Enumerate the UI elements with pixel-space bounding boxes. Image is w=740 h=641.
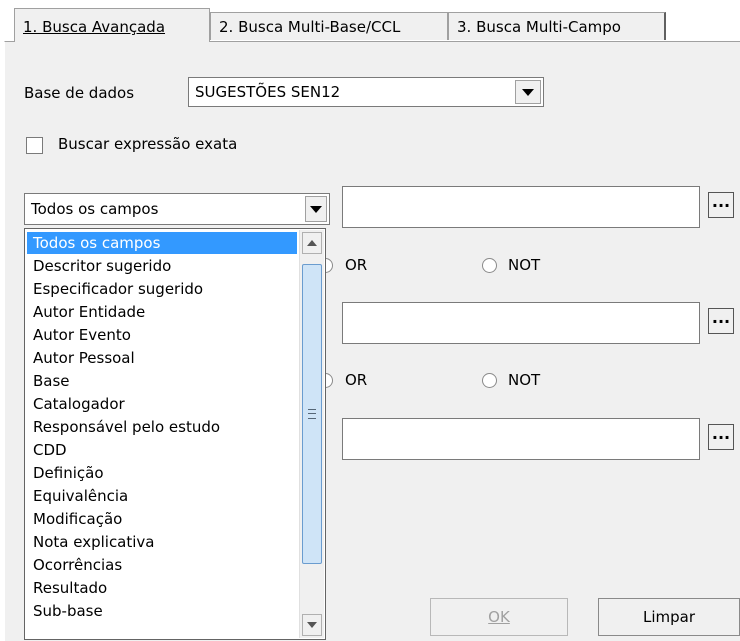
ok-label: OK (488, 608, 510, 626)
list-item[interactable]: Equivalência (27, 485, 297, 507)
clear-button[interactable]: Limpar (598, 598, 740, 636)
tab-label: 1. Busca Avançada (23, 18, 166, 36)
or-label-1: OR (345, 256, 368, 274)
list-item[interactable]: Autor Evento (27, 324, 297, 346)
list-item[interactable]: Ocorrências (27, 554, 297, 576)
field-select[interactable]: Todos os campos (24, 193, 330, 225)
tab-label: 2. Busca Multi-Base/CCL (219, 18, 401, 36)
term-input-1[interactable] (342, 186, 700, 228)
database-label: Base de dados (24, 84, 135, 102)
database-value: SUGESTÕES SEN12 (195, 83, 341, 101)
database-select[interactable]: SUGESTÕES SEN12 (188, 77, 544, 107)
list-item[interactable]: Todos os campos (27, 232, 297, 254)
field-select-value: Todos os campos (31, 200, 159, 218)
ok-button[interactable]: OK (430, 598, 568, 636)
tab-busca-multi-campo[interactable]: 3. Busca Multi-Campo (448, 12, 666, 40)
grip-icon (308, 409, 316, 419)
list-item[interactable]: Nota explicativa (27, 531, 297, 553)
field-dropdown-list[interactable]: Todos os campos Descritor sugerido Espec… (24, 228, 326, 640)
exact-phrase-label: Buscar expressão exata (58, 135, 238, 153)
tab-strip: 1. Busca Avançada 2. Busca Multi-Base/CC… (0, 0, 740, 42)
scroll-up-icon[interactable] (302, 232, 322, 254)
list-item[interactable]: CDD (27, 439, 297, 461)
chevron-down-icon[interactable] (515, 80, 541, 104)
list-item[interactable]: Catalogador (27, 393, 297, 415)
dropdown-scrollbar[interactable] (299, 230, 324, 638)
list-item[interactable]: Base (27, 370, 297, 392)
tab-busca-avancada[interactable]: 1. Busca Avançada (14, 8, 210, 42)
not-radio-2[interactable] (482, 373, 497, 388)
list-item[interactable]: Sub-base (27, 600, 297, 622)
not-label-1: NOT (508, 256, 541, 274)
list-item[interactable]: Modificação (27, 508, 297, 530)
list-item[interactable]: Responsável pelo estudo (27, 416, 297, 438)
term-input-2[interactable] (342, 302, 700, 344)
term-input-3[interactable] (342, 418, 700, 460)
ellipsis-button-1[interactable]: ... (708, 192, 734, 218)
not-radio-1[interactable] (482, 258, 497, 273)
tab-label: 3. Busca Multi-Campo (457, 18, 621, 36)
clear-label: Limpar (642, 608, 696, 626)
not-label-2: NOT (508, 371, 541, 389)
or-label-2: OR (345, 371, 368, 389)
list-item[interactable]: Especificador sugerido (27, 278, 297, 300)
list-item[interactable]: Autor Pessoal (27, 347, 297, 369)
ellipsis-button-2[interactable]: ... (708, 308, 734, 334)
ellipsis-button-3[interactable]: ... (708, 424, 734, 450)
list-item[interactable]: Descritor sugerido (27, 255, 297, 277)
scroll-thumb[interactable] (302, 264, 322, 564)
chevron-down-icon[interactable] (305, 196, 327, 222)
exact-phrase-checkbox[interactable] (26, 137, 43, 154)
tab-busca-multi-base[interactable]: 2. Busca Multi-Base/CCL (210, 12, 448, 40)
list-item[interactable]: Resultado (27, 577, 297, 599)
scroll-down-icon[interactable] (302, 614, 322, 636)
list-item[interactable]: Definição (27, 462, 297, 484)
list-item[interactable]: Autor Entidade (27, 301, 297, 323)
